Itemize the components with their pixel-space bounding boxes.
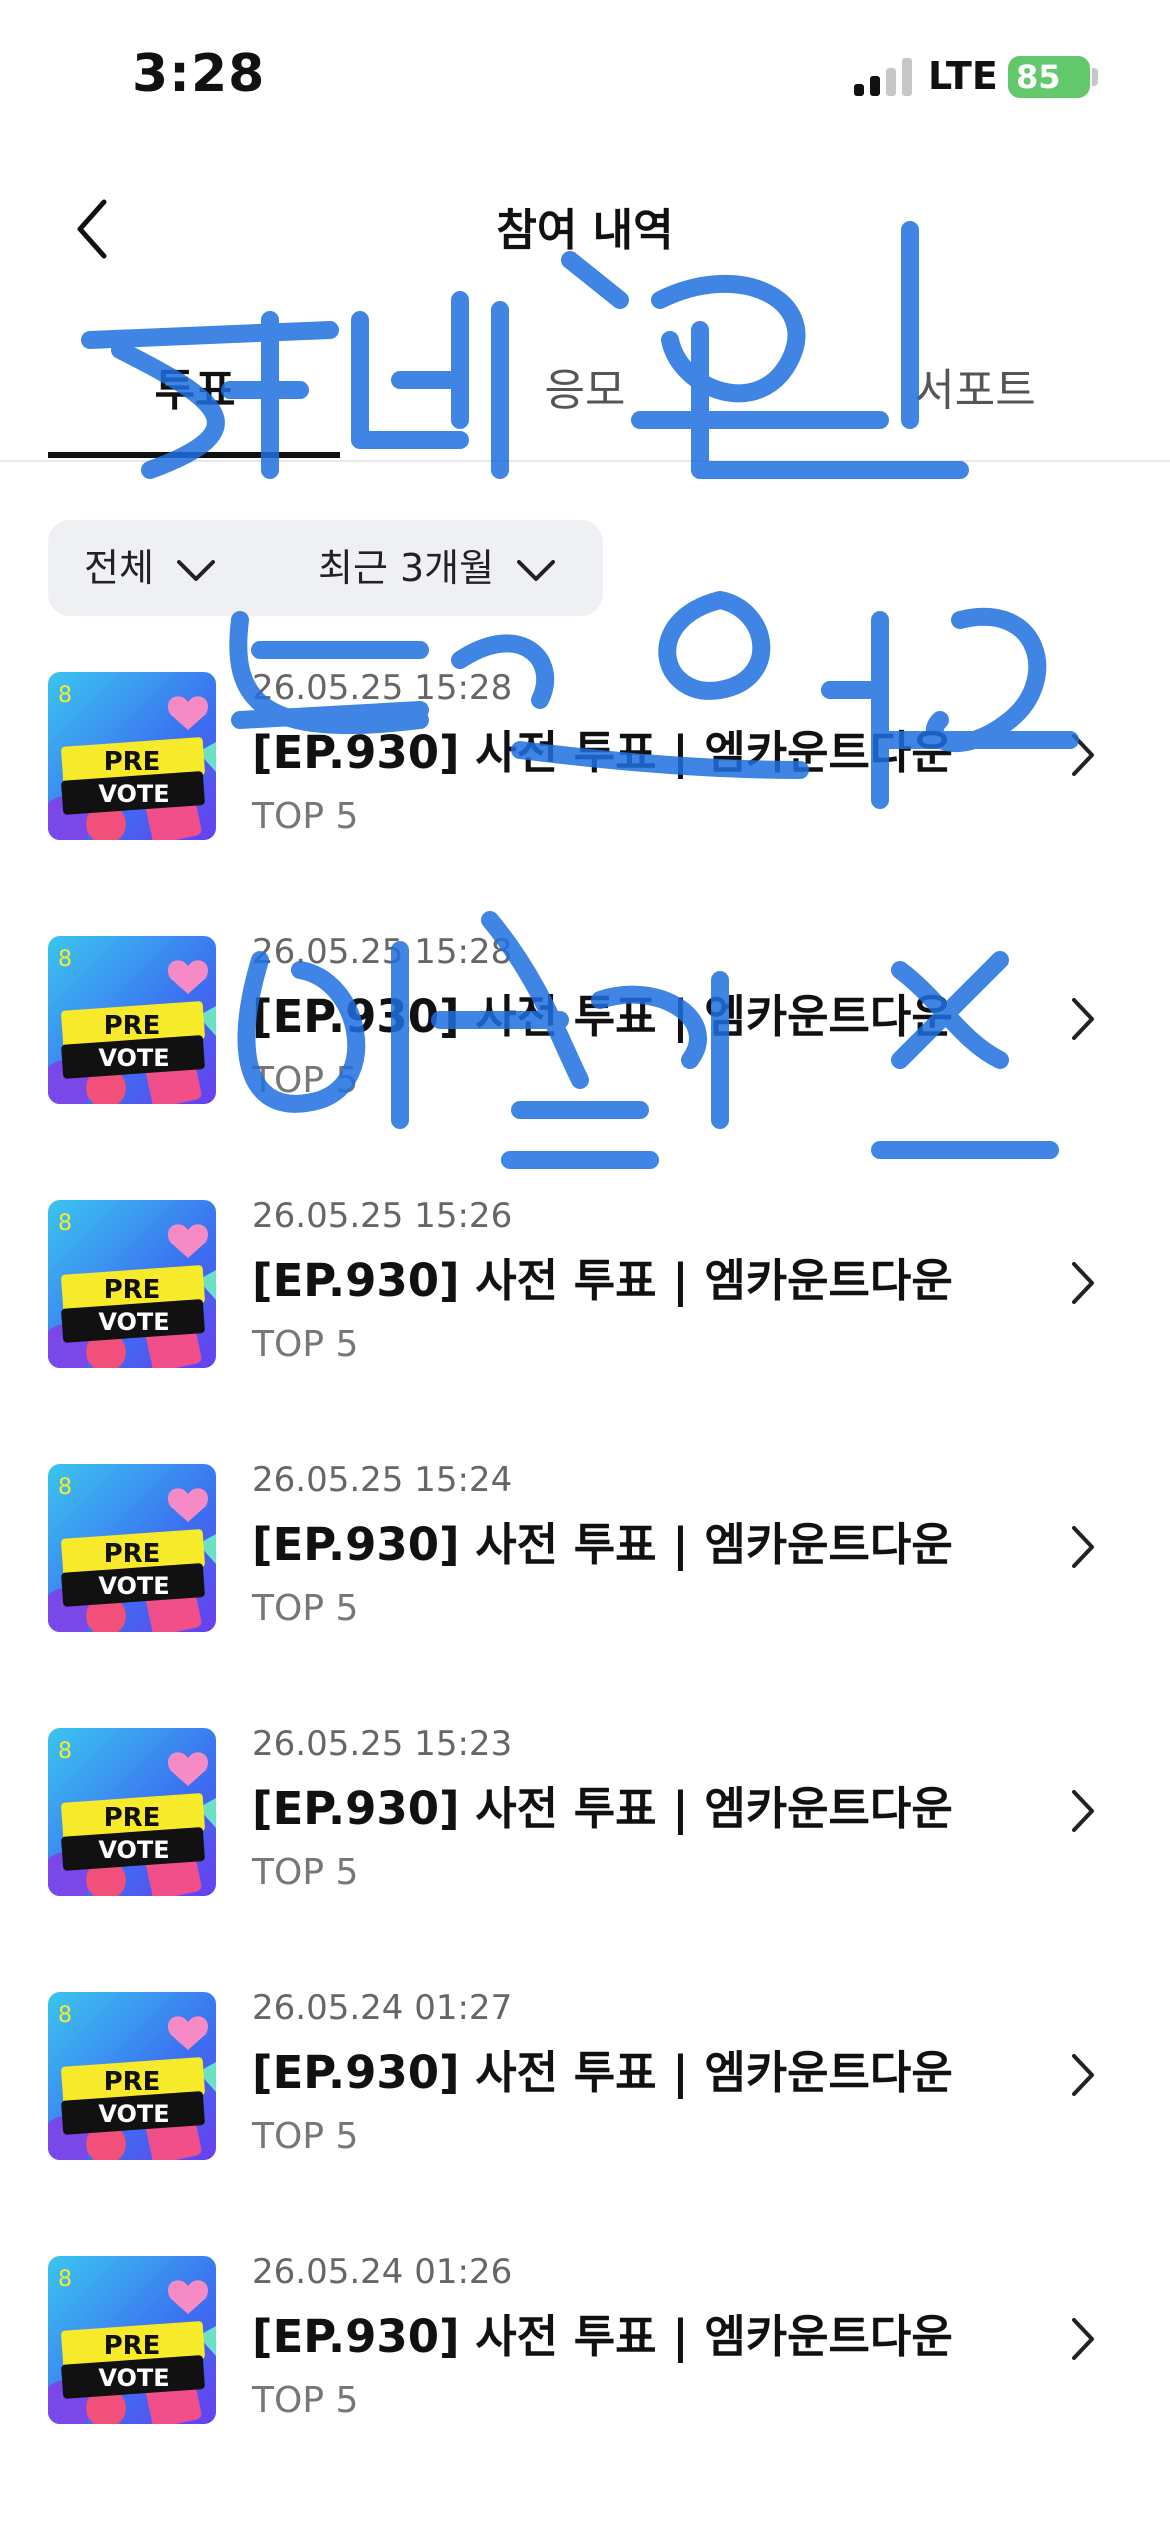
tab-indicator bbox=[48, 452, 340, 458]
chevron-down-icon bbox=[517, 559, 556, 581]
item-title: [EP.930] 사전 투표 | 엠카운트다운 bbox=[252, 1518, 953, 1571]
list-item[interactable]: PRE VOTE 8 26.05.24 01:26 [EP.930] 사전 투표… bbox=[0, 2244, 1170, 2508]
svg-text:VOTE: VOTE bbox=[98, 1044, 169, 1072]
tab-bar: 투표 응모 서포트 bbox=[0, 330, 1170, 462]
battery-level: 85 bbox=[1016, 58, 1061, 96]
svg-text:VOTE: VOTE bbox=[98, 1836, 169, 1864]
pre-vote-thumbnail: PRE VOTE 8 bbox=[48, 672, 216, 840]
item-subtitle: TOP 5 bbox=[252, 1060, 359, 1101]
svg-text:VOTE: VOTE bbox=[98, 1572, 169, 1600]
filter-bar: 전체 최근 3개월 bbox=[48, 520, 603, 616]
svg-text:8: 8 bbox=[58, 2267, 72, 2292]
svg-text:VOTE: VOTE bbox=[98, 2364, 169, 2392]
svg-text:PRE: PRE bbox=[104, 2067, 161, 2097]
svg-text:8: 8 bbox=[58, 1211, 72, 1236]
list-item[interactable]: PRE VOTE 8 26.05.25 15:28 [EP.930] 사전 투표… bbox=[0, 660, 1170, 924]
battery-icon: 85 bbox=[1008, 56, 1090, 98]
chevron-right-icon bbox=[1072, 1526, 1094, 1568]
chevron-right-icon bbox=[1072, 1262, 1094, 1304]
pre-vote-thumbnail: PRE VOTE 8 bbox=[48, 2256, 216, 2424]
page-title: 참여 내역 bbox=[496, 205, 674, 256]
svg-text:8: 8 bbox=[58, 1475, 72, 1500]
item-date: 26.05.25 15:28 bbox=[252, 932, 513, 972]
svg-text:VOTE: VOTE bbox=[98, 780, 169, 808]
chevron-right-icon bbox=[1072, 734, 1094, 776]
tab-vote[interactable]: 투표 bbox=[0, 354, 390, 418]
period-filter-dropdown[interactable]: 최근 3개월 bbox=[318, 520, 556, 616]
item-title: [EP.930] 사전 투표 | 엠카운트다운 bbox=[252, 726, 953, 779]
tab-support[interactable]: 서포트 bbox=[780, 354, 1170, 418]
cellular-signal-icon bbox=[854, 58, 916, 96]
pre-vote-thumbnail: PRE VOTE 8 bbox=[48, 1200, 216, 1368]
item-date: 26.05.25 15:24 bbox=[252, 1460, 513, 1500]
svg-text:PRE: PRE bbox=[104, 1011, 161, 1041]
type-filter-dropdown[interactable]: 전체 bbox=[84, 520, 216, 616]
status-bar: 3:28 LTE 85 bbox=[0, 0, 1170, 150]
item-date: 26.05.25 15:26 bbox=[252, 1196, 513, 1236]
pre-vote-thumbnail: PRE VOTE 8 bbox=[48, 1728, 216, 1896]
svg-text:VOTE: VOTE bbox=[98, 2100, 169, 2128]
status-time: 3:28 bbox=[132, 44, 266, 104]
item-title: [EP.930] 사전 투표 | 엠카운트다운 bbox=[252, 990, 953, 1043]
item-subtitle: TOP 5 bbox=[252, 796, 359, 837]
item-date: 26.05.24 01:26 bbox=[252, 2252, 513, 2292]
battery-tip bbox=[1092, 68, 1098, 86]
svg-text:8: 8 bbox=[58, 1739, 72, 1764]
item-date: 26.05.24 01:27 bbox=[252, 1988, 513, 2028]
list-item[interactable]: PRE VOTE 8 26.05.25 15:28 [EP.930] 사전 투표… bbox=[0, 924, 1170, 1188]
svg-text:8: 8 bbox=[58, 2003, 72, 2028]
chevron-right-icon bbox=[1072, 998, 1094, 1040]
item-title: [EP.930] 사전 투표 | 엠카운트다운 bbox=[252, 2046, 953, 2099]
item-title: [EP.930] 사전 투표 | 엠카운트다운 bbox=[252, 2310, 953, 2363]
list-item[interactable]: PRE VOTE 8 26.05.25 15:24 [EP.930] 사전 투표… bbox=[0, 1452, 1170, 1716]
item-subtitle: TOP 5 bbox=[252, 2380, 359, 2421]
svg-text:PRE: PRE bbox=[104, 1539, 161, 1569]
item-title: [EP.930] 사전 투표 | 엠카운트다운 bbox=[252, 1254, 953, 1307]
type-filter-label: 전체 bbox=[84, 546, 154, 590]
list-item[interactable]: PRE VOTE 8 26.05.24 01:27 [EP.930] 사전 투표… bbox=[0, 1980, 1170, 2244]
chevron-right-icon bbox=[1072, 2054, 1094, 2096]
pre-vote-thumbnail: PRE VOTE 8 bbox=[48, 1992, 216, 2160]
list-item[interactable]: PRE VOTE 8 26.05.25 15:26 [EP.930] 사전 투표… bbox=[0, 1188, 1170, 1452]
svg-text:8: 8 bbox=[58, 947, 72, 972]
item-date: 26.05.25 15:28 bbox=[252, 668, 513, 708]
chevron-right-icon bbox=[1072, 2318, 1094, 2360]
svg-text:PRE: PRE bbox=[104, 1803, 161, 1833]
svg-text:PRE: PRE bbox=[104, 1275, 161, 1305]
svg-text:PRE: PRE bbox=[104, 2331, 161, 2361]
item-title: [EP.930] 사전 투표 | 엠카운트다운 bbox=[252, 1782, 953, 1835]
period-filter-label: 최근 3개월 bbox=[318, 546, 495, 590]
item-subtitle: TOP 5 bbox=[252, 1852, 359, 1893]
item-subtitle: TOP 5 bbox=[252, 1588, 359, 1629]
pre-vote-thumbnail: PRE VOTE 8 bbox=[48, 1464, 216, 1632]
item-date: 26.05.25 15:23 bbox=[252, 1724, 513, 1764]
item-subtitle: TOP 5 bbox=[252, 2116, 359, 2157]
item-subtitle: TOP 5 bbox=[252, 1324, 359, 1365]
svg-text:8: 8 bbox=[58, 683, 72, 708]
tab-apply[interactable]: 응모 bbox=[390, 354, 780, 418]
nav-bar: 참여 내역 bbox=[0, 170, 1170, 280]
chevron-right-icon bbox=[1072, 1790, 1094, 1832]
pre-vote-thumbnail: PRE VOTE 8 bbox=[48, 936, 216, 1104]
svg-text:VOTE: VOTE bbox=[98, 1308, 169, 1336]
chevron-down-icon bbox=[177, 559, 216, 581]
list-item[interactable]: PRE VOTE 8 26.05.25 15:23 [EP.930] 사전 투표… bbox=[0, 1716, 1170, 1980]
svg-text:PRE: PRE bbox=[104, 747, 161, 777]
network-type: LTE bbox=[928, 54, 998, 98]
